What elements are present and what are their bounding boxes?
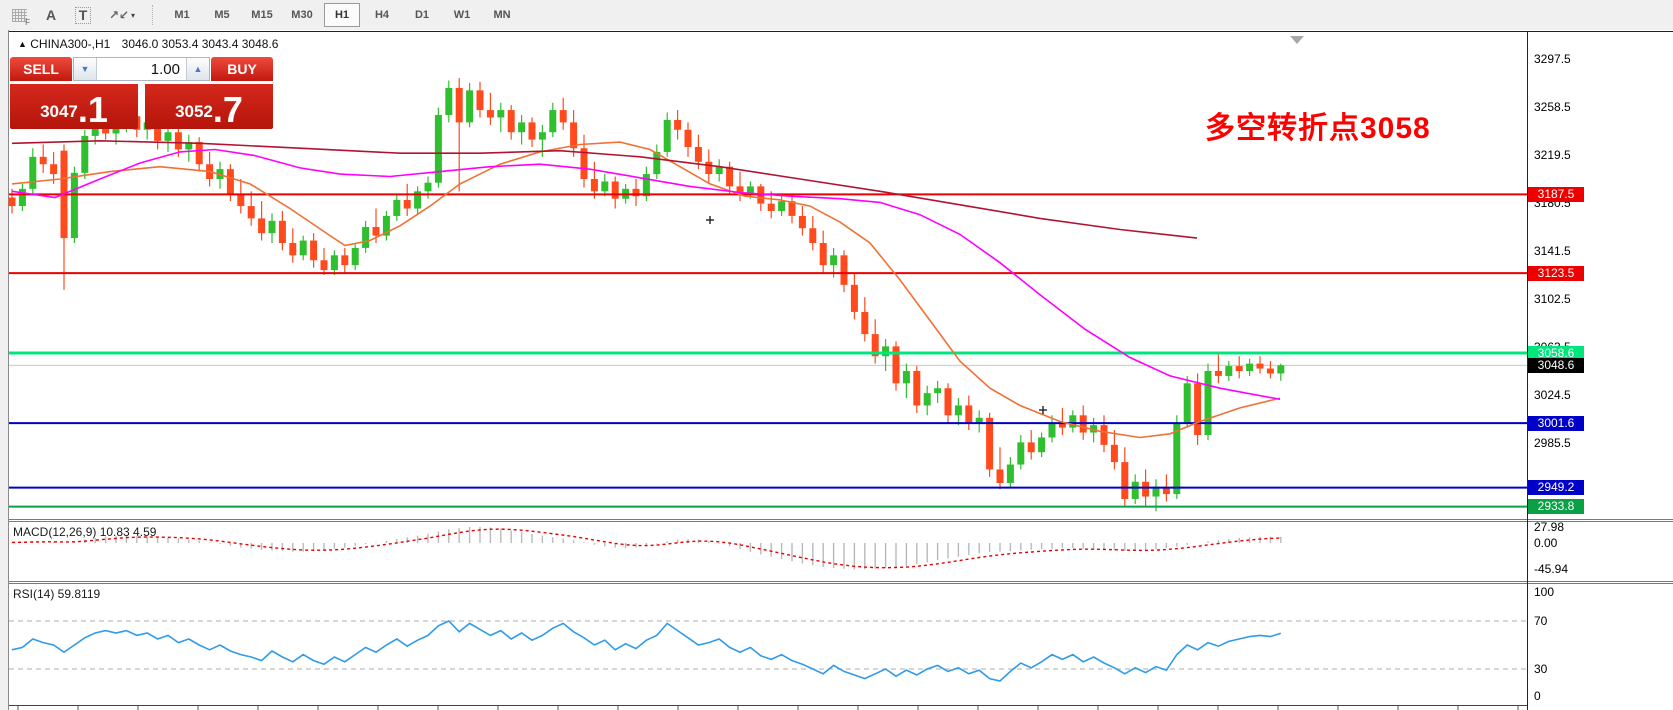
timeframe-button-h4[interactable]: H4	[364, 3, 400, 27]
buy-price-frac: .7	[213, 93, 243, 127]
timeframe-button-d1[interactable]: D1	[404, 3, 440, 27]
price-level-badge: 2949.2	[1528, 480, 1584, 495]
timeframe-bar: M1M5M15M30H1H4D1W1MN	[162, 3, 522, 27]
macd-axis-label: 27.98	[1534, 520, 1564, 534]
timeframe-button-m1[interactable]: M1	[164, 3, 200, 27]
price-level-badge: 2933.8	[1528, 499, 1584, 514]
volume-decrease-button[interactable]: ▼	[74, 58, 97, 80]
price-axis-label: 3219.5	[1534, 148, 1571, 162]
sell-button[interactable]: SELL	[10, 57, 72, 81]
rsi-axis-label: 70	[1534, 614, 1547, 628]
buy-price-int: 3052	[175, 97, 213, 127]
timeframe-button-h1[interactable]: H1	[324, 3, 360, 27]
price-level-badge: 3187.5	[1528, 187, 1584, 202]
price-axis-label: 3258.5	[1534, 100, 1571, 114]
symbol-label: CHINA300-,H1	[30, 37, 110, 51]
sell-price-frac: .1	[78, 93, 108, 127]
top-toolbar: F A T ↗↙ ▾ M1M5M15M30H1H4D1W1MN	[0, 0, 1673, 31]
price-axis-label: 3102.5	[1534, 292, 1571, 306]
price-axis-label: 3141.5	[1534, 244, 1571, 258]
price-level-badge: 3001.6	[1528, 416, 1584, 431]
chart-title: ▲ CHINA300-,H1 3046.0 3053.4 3043.4 3048…	[18, 37, 278, 51]
ohlc-values: 3046.0 3053.4 3043.4 3048.6	[122, 37, 279, 51]
chart-window: ▲ CHINA300-,H1 3046.0 3053.4 3043.4 3048…	[0, 30, 1673, 710]
one-click-trade-panel: SELL ▼ ▲ BUY 3047 .1 3052 .7	[10, 57, 273, 129]
volume-input[interactable]	[97, 58, 186, 80]
rsi-axis-label: 0	[1534, 689, 1541, 703]
price-level-badge: 3123.5	[1528, 266, 1584, 281]
timeframe-button-m15[interactable]: M15	[244, 3, 280, 27]
rsi-indicator-label: RSI(14) 59.8119	[13, 587, 100, 601]
price-axis-label: 2985.5	[1534, 436, 1571, 450]
volume-increase-button[interactable]: ▲	[186, 58, 209, 80]
macd-axis-label: -45.94	[1534, 562, 1568, 576]
toolbar-separator	[152, 5, 154, 25]
buy-price-panel[interactable]: 3052 .7	[145, 84, 273, 129]
price-axis-label: 3297.5	[1534, 52, 1571, 66]
grid-frame-sub-label: F	[25, 18, 30, 27]
letter-a-glyph: A	[46, 7, 56, 23]
rsi-axis-label: 30	[1534, 662, 1547, 676]
chevron-down-icon: ▾	[131, 11, 135, 20]
collapse-triangle-icon[interactable]: ▲	[18, 39, 27, 49]
sell-price-panel[interactable]: 3047 .1	[10, 84, 138, 129]
price-axis-label: 3024.5	[1534, 388, 1571, 402]
text-box-glyph: T	[75, 7, 92, 24]
volume-spinner: ▼ ▲	[73, 57, 210, 81]
timeframe-button-m30[interactable]: M30	[284, 3, 320, 27]
grid-frame-icon[interactable]: F	[6, 4, 32, 26]
text-box-icon[interactable]: T	[70, 4, 96, 26]
price-level-badge: 3048.6	[1528, 358, 1584, 373]
rsi-axis-label: 100	[1534, 585, 1554, 599]
macd-axis-label: 0.00	[1534, 536, 1557, 550]
buy-button[interactable]: BUY	[211, 57, 273, 81]
draw-objects-icon[interactable]: ↗↙ ▾	[102, 4, 142, 26]
chart-annotation-text: 多空转折点3058	[1205, 103, 1431, 147]
macd-indicator-label: MACD(12,26,9) 10.83 4.59	[13, 525, 156, 539]
letter-a-icon[interactable]: A	[38, 4, 64, 26]
sell-price-int: 3047	[40, 97, 78, 127]
timeframe-button-w1[interactable]: W1	[444, 3, 480, 27]
timeframe-button-m5[interactable]: M5	[204, 3, 240, 27]
arrows-glyph: ↗↙	[109, 8, 129, 22]
timeframe-button-mn[interactable]: MN	[484, 3, 520, 27]
